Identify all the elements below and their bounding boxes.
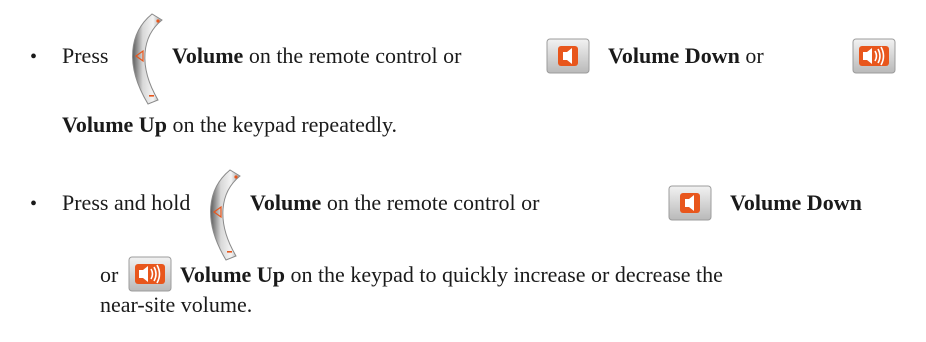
bullet-marker: • xyxy=(30,46,38,68)
volume-up-label: Volume Up xyxy=(62,112,167,137)
or-text: or xyxy=(100,262,119,287)
volume-rocker-icon xyxy=(209,169,241,261)
press-text: Press xyxy=(62,43,109,68)
volume-down-icon xyxy=(546,38,590,74)
tail-text-2: near-site volume. xyxy=(100,292,253,317)
volume-label: Volume xyxy=(250,190,322,215)
or-text: or xyxy=(745,43,764,68)
volume-down-label: Volume Down xyxy=(730,190,862,215)
press-and-hold-text: Press and hold xyxy=(62,190,191,215)
bullet-1-line-1b: Volume Down or xyxy=(608,43,764,69)
tail-text: on the keypad repeatedly. xyxy=(172,112,398,137)
volume-up-label: Volume Up xyxy=(180,262,285,287)
remote-text: on the remote control or xyxy=(248,43,462,68)
bullet-1-line-1: Volume on the remote control or xyxy=(172,43,461,69)
volume-down-label: Volume Down xyxy=(608,43,740,68)
remote-text: on the remote control or xyxy=(326,190,540,215)
bullet-2-line-1: Volume on the remote control or xyxy=(250,190,539,216)
volume-down-icon xyxy=(668,185,712,221)
volume-label: Volume xyxy=(172,43,244,68)
volume-rocker-icon xyxy=(131,13,163,105)
volume-up-icon xyxy=(852,38,896,74)
bullet-2-line-2: Volume Up on the keypad to quickly incre… xyxy=(180,262,723,288)
bullet-1-line-2: Volume Up on the keypad repeatedly. xyxy=(62,112,397,138)
volume-up-icon xyxy=(128,256,172,292)
tail-text: on the keypad to quickly increase or dec… xyxy=(290,262,723,287)
bullet-marker: • xyxy=(30,193,38,215)
